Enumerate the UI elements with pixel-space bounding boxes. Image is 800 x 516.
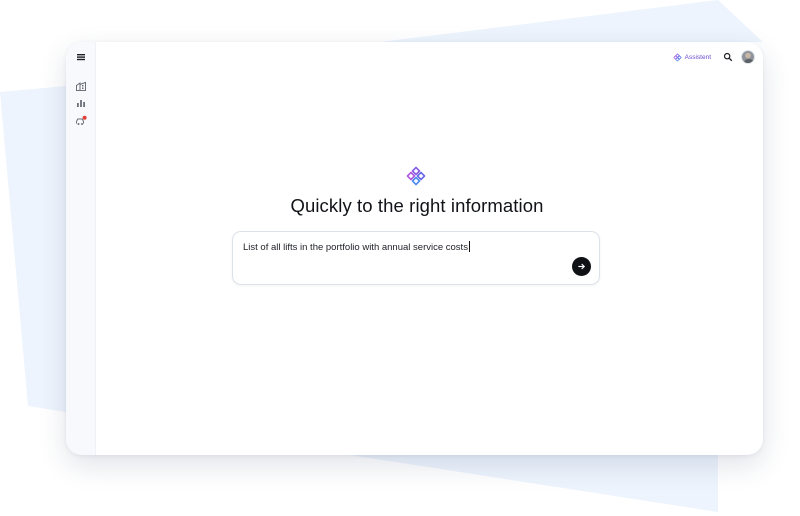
prompt-text-wrapper: List of all lifts in the portfolio with … <box>243 241 470 253</box>
sidebar <box>66 42 96 455</box>
assistant-label: Assistent <box>684 53 711 61</box>
prompt-input[interactable]: List of all lifts in the portfolio with … <box>232 231 600 285</box>
sidebar-item-analytics[interactable] <box>73 95 89 111</box>
arrow-right-icon <box>578 263 586 270</box>
stage: Assistent Quickly to the right informati… <box>0 0 800 516</box>
alert-car-icon <box>76 115 87 125</box>
assistant-button[interactable]: Assistent <box>672 52 711 62</box>
menu-button[interactable] <box>73 49 89 65</box>
assistant-logo-icon <box>406 166 426 186</box>
menu-icon <box>77 54 85 61</box>
search-icon[interactable] <box>723 52 733 62</box>
send-button[interactable] <box>572 257 591 276</box>
bar-chart-icon <box>77 100 85 107</box>
assistant-logo-icon <box>672 52 682 62</box>
text-caret <box>468 241 470 252</box>
prompt-value: List of all lifts in the portfolio with … <box>243 242 468 253</box>
building-icon <box>76 81 86 91</box>
page-title: Quickly to the right information <box>290 195 544 216</box>
avatar[interactable] <box>741 50 755 64</box>
sidebar-item-alerts[interactable] <box>73 113 89 129</box>
topbar-controls: Assistent <box>672 49 755 65</box>
sidebar-item-buildings[interactable] <box>73 78 89 94</box>
app-window: Assistent Quickly to the right informati… <box>66 42 763 455</box>
